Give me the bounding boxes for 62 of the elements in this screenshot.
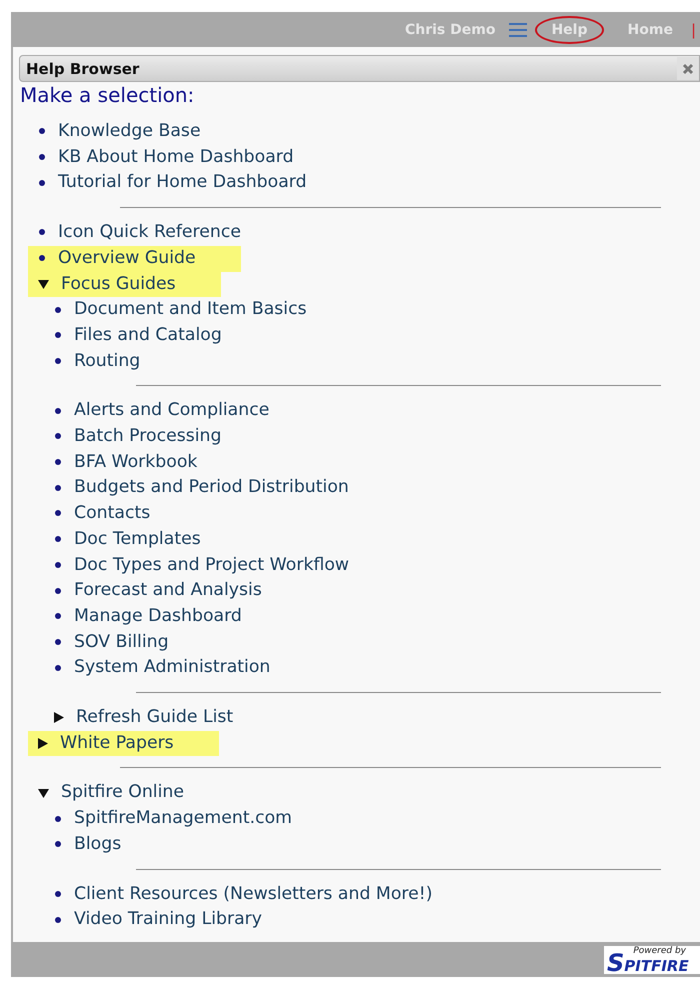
bullet-icon bbox=[54, 586, 62, 595]
bullet-icon bbox=[54, 890, 62, 898]
topic-link[interactable]: Video Training Library bbox=[44, 907, 266, 933]
topic-link[interactable]: Knowledge Base bbox=[28, 119, 205, 145]
bullet-icon bbox=[54, 356, 62, 365]
topic-link[interactable]: Files and Catalog bbox=[44, 322, 226, 349]
bullet-icon bbox=[54, 840, 62, 848]
bullet-icon bbox=[54, 535, 62, 544]
bullet-icon bbox=[38, 178, 46, 187]
triangle-down-icon bbox=[38, 788, 49, 798]
topic-link[interactable]: BFA Workbook bbox=[44, 450, 202, 476]
panel-title: Help Browser bbox=[26, 60, 140, 78]
bullet-icon bbox=[38, 127, 46, 136]
topic-link[interactable]: Blogs bbox=[44, 832, 126, 858]
separator-mark: | bbox=[690, 20, 696, 38]
bullet-icon bbox=[54, 406, 62, 415]
topic-link[interactable]: Client Resources (Newsletters and More!) bbox=[44, 882, 436, 908]
topic-link[interactable]: SpitfireManagement.com bbox=[44, 806, 296, 832]
topic-link[interactable]: KB About Home Dashboard bbox=[28, 144, 298, 170]
logo-tagline: Powered by bbox=[633, 946, 686, 956]
panel-heading: Make a selection: bbox=[20, 83, 196, 107]
bullet-icon bbox=[54, 306, 62, 314]
bullet-icon bbox=[54, 638, 62, 646]
triangle-down-icon bbox=[38, 278, 49, 289]
topic-link[interactable]: Doc Templates bbox=[44, 526, 205, 553]
triangle-right-icon bbox=[54, 712, 64, 723]
logo-name: SPITFIRE bbox=[607, 954, 689, 974]
close-button[interactable] bbox=[677, 57, 699, 80]
bullet-icon bbox=[54, 916, 62, 924]
folder-item[interactable]: Focus Guides bbox=[28, 272, 221, 298]
bullet-icon bbox=[54, 458, 62, 466]
topic-link[interactable]: Batch Processing bbox=[44, 424, 226, 450]
topic-link[interactable]: Routing bbox=[44, 348, 144, 374]
bullet-icon bbox=[54, 331, 62, 340]
bullet-icon bbox=[38, 153, 46, 162]
bullet-icon bbox=[54, 509, 62, 518]
folder-item[interactable]: Spitfire Online bbox=[28, 780, 188, 806]
bullet-icon bbox=[54, 664, 62, 672]
folder-item[interactable]: Refresh Guide List bbox=[44, 705, 238, 731]
topic-link[interactable]: Tutorial for Home Dashboard bbox=[28, 170, 311, 196]
folder-item[interactable]: White Papers bbox=[28, 730, 219, 756]
bullet-icon bbox=[54, 612, 62, 620]
topic-link[interactable]: SOV Billing bbox=[44, 630, 173, 656]
topic-link[interactable]: Alerts and Compliance bbox=[44, 398, 274, 424]
bullet-icon bbox=[54, 814, 62, 823]
topic-link[interactable]: System Administration bbox=[44, 655, 274, 682]
bullet-icon bbox=[38, 228, 46, 236]
triangle-right-icon bbox=[38, 738, 48, 749]
topic-link[interactable]: Budgets and Period Distribution bbox=[44, 475, 353, 502]
topic-link[interactable]: Manage Dashboard bbox=[44, 604, 246, 630]
topic-link[interactable]: Doc Types and Project Workflow bbox=[44, 552, 354, 578]
topic-link[interactable]: Forecast and Analysis bbox=[44, 578, 266, 604]
topic-link[interactable]: Contacts bbox=[44, 501, 154, 527]
bullet-icon bbox=[54, 432, 62, 440]
topic-link[interactable]: Icon Quick Reference bbox=[28, 220, 245, 246]
bullet-icon bbox=[54, 484, 62, 492]
menu-icon[interactable] bbox=[509, 22, 528, 38]
topic-link[interactable]: Overview Guide bbox=[28, 246, 241, 272]
bullet-icon bbox=[54, 560, 62, 569]
bullet-icon bbox=[38, 254, 46, 262]
topic-link[interactable]: Document and Item Basics bbox=[44, 297, 311, 323]
close-icon bbox=[682, 62, 694, 74]
